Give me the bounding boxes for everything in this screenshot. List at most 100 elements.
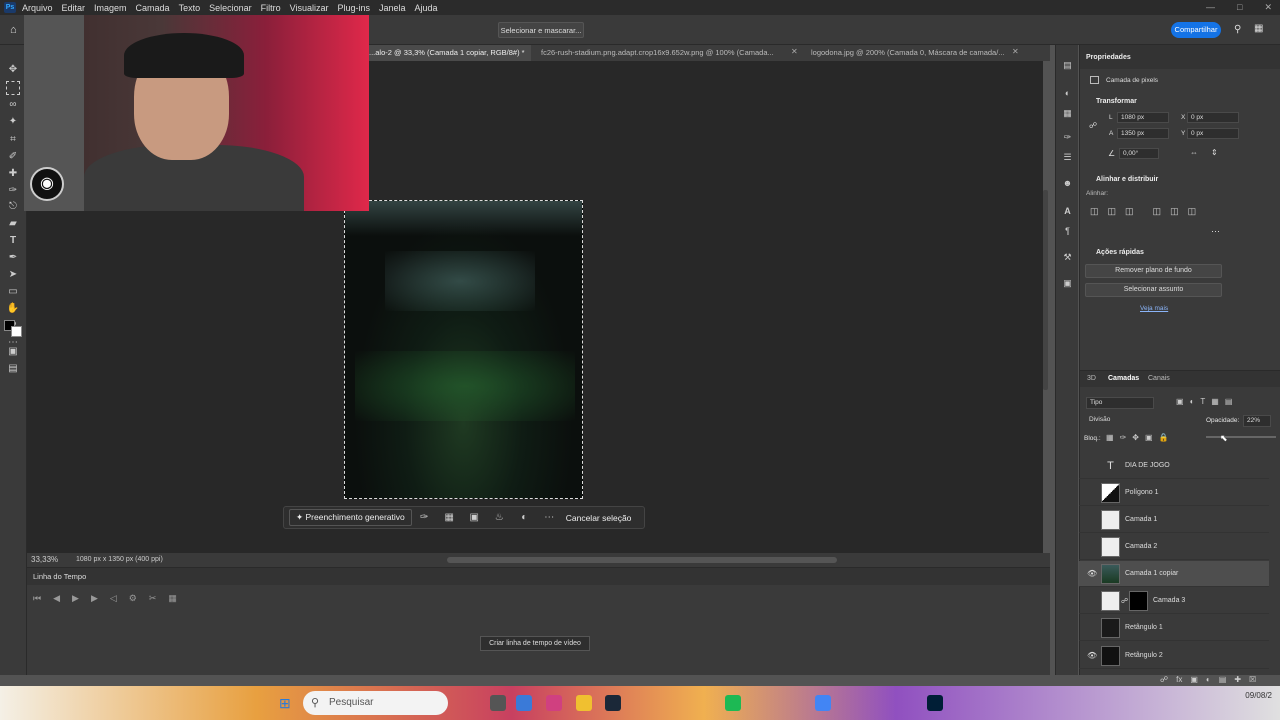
stamp-tool-icon[interactable]: ⎋ <box>6 200 20 214</box>
modify-selection-icon[interactable]: ✑ <box>412 512 437 523</box>
app-icon[interactable] <box>516 695 532 711</box>
background-color-swatch[interactable] <box>11 326 22 337</box>
maximize-icon[interactable]: □ <box>1237 2 1242 13</box>
hand-tool-icon[interactable]: ✋ <box>6 302 20 316</box>
folder-icon[interactable] <box>576 695 592 711</box>
menu-item-imagem[interactable]: Imagem <box>94 3 127 13</box>
tab-document-3[interactable]: logodona.jpg @ 200% (Camada 0, Máscara d… <box>805 45 1015 61</box>
pen-tool-icon[interactable]: ✒ <box>6 251 20 265</box>
align-top-icon[interactable]: ◫ <box>1153 206 1162 217</box>
screen-mode-icon[interactable]: ▤ <box>6 362 20 376</box>
layer-row-selected[interactable]: 👁 Camada 1 copiar <box>1079 561 1269 587</box>
character-icon[interactable]: A <box>1061 205 1074 218</box>
generative-fill-button[interactable]: ✦ Preenchimento generativo <box>289 509 412 526</box>
layer-row[interactable]: 👁 Retângulo 2 <box>1079 643 1269 669</box>
mask-icon[interactable]: ▣ <box>462 512 487 523</box>
menu-item-ajuda[interactable]: Ajuda <box>415 3 438 13</box>
menu-item-arquivo[interactable]: Arquivo <box>22 3 53 13</box>
tools-icon[interactable]: ⚒ <box>1061 251 1074 264</box>
vertical-scrollbar[interactable] <box>1043 190 1048 390</box>
marquee-tool-icon[interactable] <box>6 81 20 95</box>
zoom-level[interactable]: 33,33% <box>31 555 58 564</box>
windows-start-icon[interactable]: ⊞ <box>279 695 295 711</box>
lasso-tool-icon[interactable]: ∞ <box>6 98 20 112</box>
workspace-icon[interactable]: ▦ <box>1254 23 1263 34</box>
layer-row[interactable]: ☍ Camada 3 <box>1079 588 1269 614</box>
layer-row[interactable]: T DIA DE JOGO <box>1079 453 1269 479</box>
taskbar-search[interactable]: ⚲ Pesquisar <box>303 691 448 715</box>
layer-comps-icon[interactable]: ▣ <box>1061 277 1074 290</box>
filter-adjust-icon[interactable]: ◐ <box>1190 397 1195 406</box>
app-icon[interactable] <box>546 695 562 711</box>
select-subject-button[interactable]: Selecionar assunto <box>1085 283 1222 297</box>
cancel-selection-button[interactable]: Cancelar seleção <box>566 513 632 523</box>
menu-item-plugins[interactable]: Plug-ins <box>337 3 370 13</box>
play-icon[interactable]: ▶ <box>72 593 79 604</box>
add-mask-icon[interactable]: ▣ <box>1190 675 1198 684</box>
visibility-eye-icon[interactable]: 👁 <box>1087 651 1097 660</box>
quick-select-tool-icon[interactable]: ✦ <box>6 115 20 129</box>
height-field[interactable]: 1350 px <box>1117 128 1169 139</box>
crop-tool-icon[interactable]: ⌗ <box>6 133 20 147</box>
lock-artboard-icon[interactable]: ▣ <box>1145 433 1153 442</box>
libraries-icon[interactable]: ☻ <box>1061 177 1074 190</box>
group-icon[interactable]: ▤ <box>1219 675 1227 684</box>
filter-smart-icon[interactable]: ▤ <box>1225 397 1233 406</box>
transform-selection-icon[interactable]: ▦ <box>437 512 462 523</box>
align-middle-icon[interactable]: ◫ <box>1170 206 1179 217</box>
remove-background-button[interactable]: Remover plano de fundo <box>1085 264 1222 278</box>
quick-mask-icon[interactable]: ▣ <box>6 345 20 359</box>
filter-text-icon[interactable]: T <box>1200 397 1205 406</box>
fill-icon[interactable]: ♨ <box>487 512 512 523</box>
fx-icon[interactable]: fx <box>1176 675 1182 684</box>
filter-pixel-icon[interactable]: ▣ <box>1176 397 1184 406</box>
layer-row[interactable]: Camada 2 <box>1079 534 1269 560</box>
opacity-slider[interactable] <box>1206 436 1276 438</box>
path-select-tool-icon[interactable]: ➤ <box>6 268 20 282</box>
layer-row[interactable]: Camada 1 <box>1079 507 1269 533</box>
layer-row[interactable]: Retângulo 1 <box>1079 615 1269 641</box>
adjustment-icon[interactable]: ◐ <box>512 512 537 523</box>
menu-item-filtro[interactable]: Filtro <box>261 3 281 13</box>
home-icon[interactable]: ⌂ <box>10 24 17 36</box>
share-button[interactable]: Compartilhar <box>1171 22 1221 38</box>
adjustments-icon[interactable]: ☰ <box>1061 151 1074 164</box>
menu-item-visualizar[interactable]: Visualizar <box>290 3 329 13</box>
align-bottom-icon[interactable]: ◫ <box>1188 206 1197 217</box>
link-icon[interactable]: ☍ <box>1089 121 1097 130</box>
lock-transparent-icon[interactable]: ▦ <box>1106 433 1114 442</box>
align-right-icon[interactable]: ◫ <box>1125 206 1134 217</box>
link-layers-icon[interactable]: ☍ <box>1160 675 1168 684</box>
first-frame-icon[interactable]: ⏮ <box>33 593 41 604</box>
photoshop-taskbar-icon[interactable] <box>927 695 943 711</box>
paragraph-icon[interactable]: ¶ <box>1061 225 1074 238</box>
swatches-icon[interactable]: ▦ <box>1061 107 1074 120</box>
width-field[interactable]: 1080 px <box>1117 112 1169 123</box>
lock-all-icon[interactable]: 🔒 <box>1159 433 1169 442</box>
settings-icon[interactable]: ⚙ <box>129 593 137 604</box>
tab-document-1[interactable]: ...alo-2 @ 33,3% (Camada 1 copiar, RGB/8… <box>363 45 531 61</box>
eraser-tool-icon[interactable]: ▰ <box>6 217 20 231</box>
app-icon[interactable] <box>490 695 506 711</box>
new-layer-icon[interactable]: ✚ <box>1234 675 1241 684</box>
lock-pixels-icon[interactable]: ✑ <box>1120 433 1127 442</box>
search-icon[interactable]: ⚲ <box>1234 24 1241 35</box>
layer-filter-dropdown[interactable]: Tipo <box>1086 397 1154 409</box>
spotify-icon[interactable] <box>725 695 741 711</box>
healing-brush-icon[interactable]: ✚ <box>6 167 20 181</box>
blend-mode-dropdown[interactable]: Divisão <box>1086 415 1198 427</box>
opacity-field[interactable]: 22% <box>1243 415 1271 427</box>
color-icon[interactable]: ◐ <box>1061 87 1074 100</box>
prev-frame-icon[interactable]: ◀ <box>53 593 60 604</box>
y-position-field[interactable]: 0 px <box>1187 128 1239 139</box>
tab-layers[interactable]: Camadas <box>1108 375 1139 382</box>
minimize-icon[interactable]: — <box>1206 2 1215 13</box>
history-icon[interactable]: ▤ <box>1061 59 1074 72</box>
angle-field[interactable]: 0,00° <box>1119 148 1159 159</box>
menu-item-texto[interactable]: Texto <box>179 3 201 13</box>
adjustment-layer-icon[interactable]: ◐ <box>1206 675 1211 684</box>
type-tool-icon[interactable]: T <box>6 234 20 248</box>
layer-row[interactable]: Polígono 1 <box>1079 480 1269 506</box>
brush-settings-icon[interactable]: ✑ <box>1061 131 1074 144</box>
steam-icon[interactable] <box>605 695 621 711</box>
